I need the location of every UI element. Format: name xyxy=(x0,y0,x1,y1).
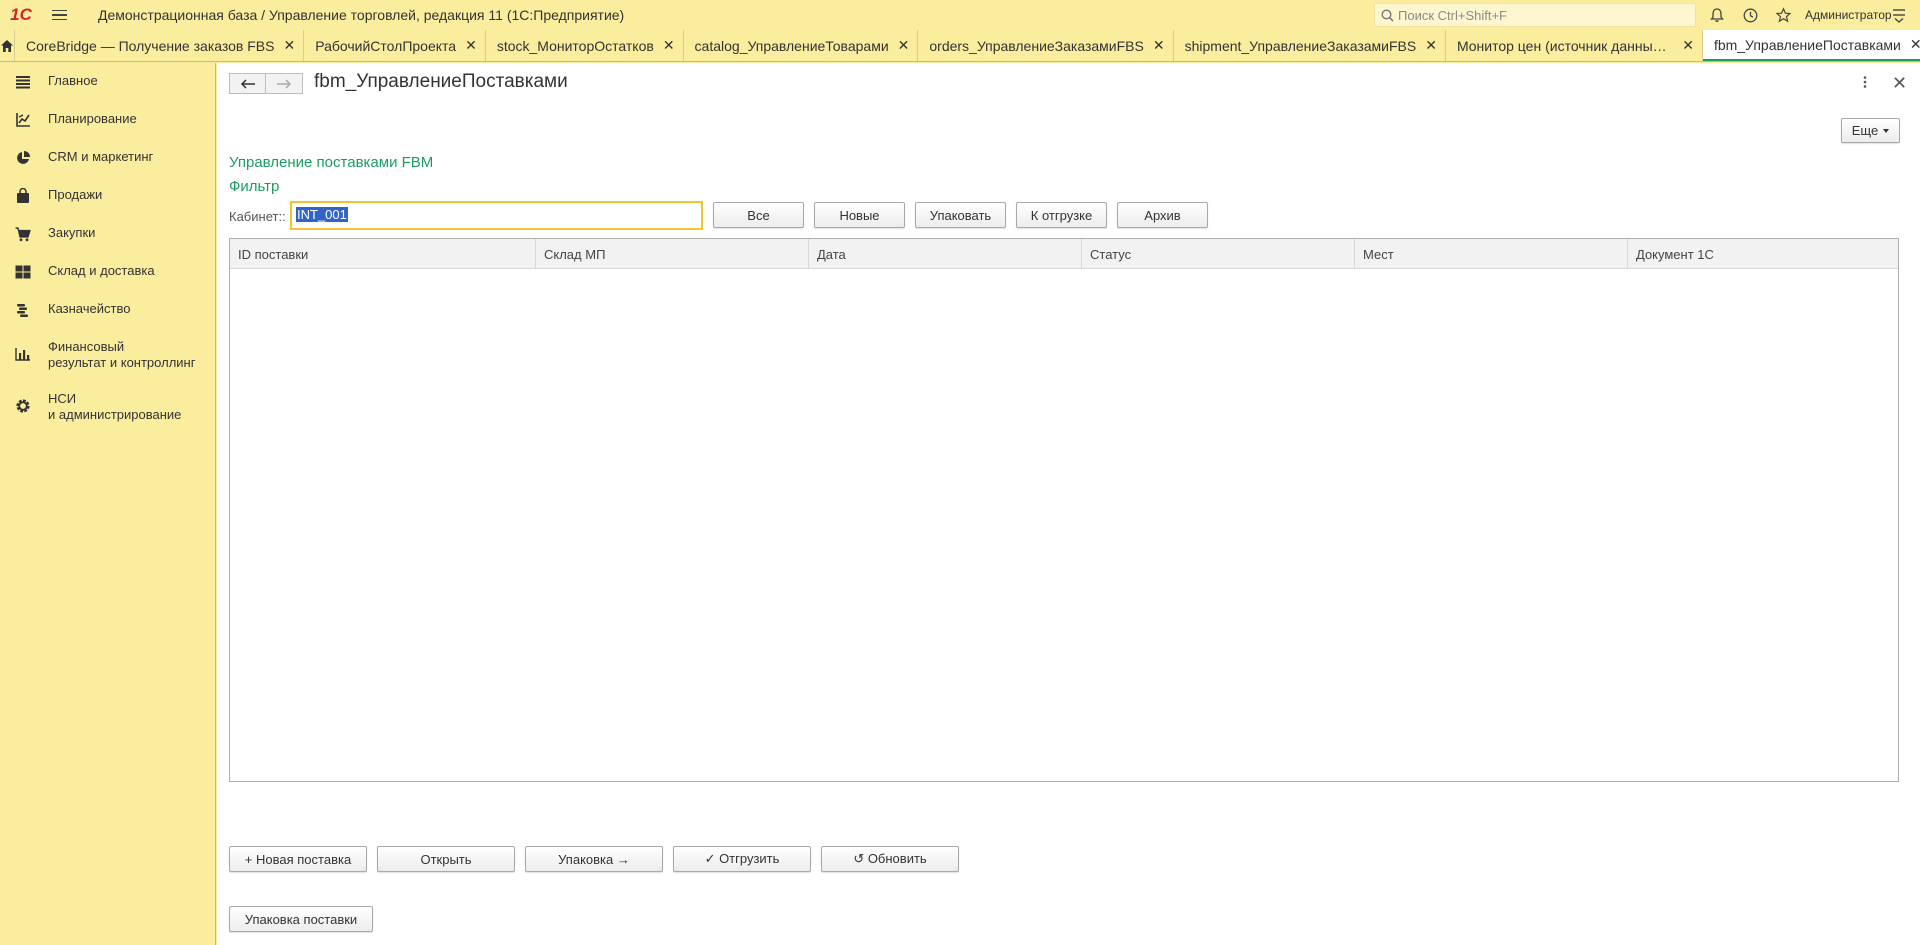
history-icon[interactable] xyxy=(1738,4,1762,26)
user-name[interactable]: Администратор xyxy=(1805,8,1892,22)
cabinet-label: Кабинет:: xyxy=(229,209,286,224)
cabinet-value: INT_001 xyxy=(296,207,348,222)
tab-price-monitor[interactable]: Монитор цен (источник данных недоступ...… xyxy=(1446,30,1703,61)
sidebar-item-purchases[interactable]: Закупки xyxy=(0,215,215,253)
sidebar-item-treasury[interactable]: Казначейство xyxy=(0,291,215,329)
column-header-document[interactable]: Документ 1С xyxy=(1628,239,1898,269)
close-icon[interactable]: ✕ xyxy=(663,37,675,54)
sidebar-item-finance[interactable]: Финансовый результат и контроллинг xyxy=(0,329,215,381)
page-title: fbm_УправлениеПоставками xyxy=(314,71,568,92)
sidebar-item-admin[interactable]: НСИ и администрирование xyxy=(0,381,215,433)
section-title: Управление поставками FBM xyxy=(229,154,434,171)
tab-orders[interactable]: orders_УправлениеЗаказамиFBS ✕ xyxy=(918,30,1174,61)
sidebar-item-warehouse[interactable]: Склад и доставка xyxy=(0,253,215,291)
more-vertical-icon[interactable] xyxy=(1862,75,1876,95)
column-header-places[interactable]: Мест xyxy=(1355,239,1628,269)
filter-archive-button[interactable]: Архив xyxy=(1117,202,1208,228)
pie-chart-icon xyxy=(14,149,32,167)
close-icon[interactable]: ✕ xyxy=(898,37,910,54)
open-button[interactable]: Открыть xyxy=(377,846,515,872)
main-menu-icon[interactable] xyxy=(52,0,74,30)
sidebar-item-sales[interactable]: Продажи xyxy=(0,177,215,215)
cabinet-input[interactable]: INT_001 xyxy=(290,201,703,230)
back-button[interactable] xyxy=(229,73,266,94)
column-header-warehouse[interactable]: Склад МП xyxy=(536,239,809,269)
more-button[interactable]: Еще xyxy=(1841,118,1900,143)
main-form: fbm_УправлениеПоставками ✕ Еще Управлени… xyxy=(217,63,1920,945)
bag-icon xyxy=(14,187,32,205)
star-icon[interactable] xyxy=(1771,4,1795,26)
bar-chart-icon xyxy=(14,345,32,363)
home-icon xyxy=(1,39,13,52)
settings-menu-icon[interactable] xyxy=(1890,6,1910,24)
tab-desktop[interactable]: РабочийСтолПроекта ✕ xyxy=(304,30,486,61)
packing-button[interactable]: Упаковка → xyxy=(525,846,663,872)
filter-to-ship-button[interactable]: К отгрузке xyxy=(1016,202,1107,228)
chevron-down-icon xyxy=(1883,128,1890,133)
refresh-button[interactable]: ↺ Обновить xyxy=(821,846,959,872)
close-icon[interactable]: ✕ xyxy=(465,37,477,54)
shipments-table[interactable]: ID поставки Склад МП Дата Статус Мест До… xyxy=(229,238,1899,782)
sidebar: Главное Планирование CRM и маркетинг Про… xyxy=(0,63,216,945)
tab-fbm[interactable]: fbm_УправлениеПоставками ✕ xyxy=(1702,30,1920,61)
sidebar-item-crm[interactable]: CRM и маркетинг xyxy=(0,139,215,177)
search-icon xyxy=(1381,8,1394,22)
close-icon[interactable]: ✕ xyxy=(1153,37,1165,54)
forward-button[interactable] xyxy=(266,73,303,94)
tab-corebridge[interactable]: CoreBridge — Получение заказов FBS ✕ xyxy=(15,30,305,61)
tabs-bar: CoreBridge — Получение заказов FBS ✕ Рабо… xyxy=(0,30,1920,62)
column-header-id[interactable]: ID поставки xyxy=(230,239,536,269)
filter-title: Фильтр xyxy=(229,178,280,195)
sidebar-item-planning[interactable]: Планирование xyxy=(0,101,215,139)
filter-all-button[interactable]: Все xyxy=(713,202,804,228)
app-logo[interactable]: 1С xyxy=(6,0,36,30)
logo-text: 1С xyxy=(10,5,32,24)
close-icon[interactable]: ✕ xyxy=(1425,37,1437,54)
ship-button[interactable]: ✓ Отгрузить xyxy=(673,846,811,872)
filter-pack-button[interactable]: Упаковать xyxy=(915,202,1006,228)
sidebar-item-main[interactable]: Главное xyxy=(0,63,215,101)
arrow-right-icon xyxy=(277,78,292,89)
tab-catalog[interactable]: catalog_УправлениеТоварами ✕ xyxy=(684,30,919,61)
arrow-left-icon xyxy=(240,78,255,89)
tab-shipment[interactable]: shipment_УправлениеЗаказамиFBS ✕ xyxy=(1174,30,1446,61)
history-nav xyxy=(229,73,303,94)
column-header-date[interactable]: Дата xyxy=(809,239,1082,269)
close-icon[interactable]: ✕ xyxy=(283,37,295,54)
close-icon[interactable]: ✕ xyxy=(1910,36,1920,53)
search-input[interactable] xyxy=(1398,7,1688,23)
pack-shipment-button[interactable]: Упаковка поставки xyxy=(229,906,373,932)
table-header: ID поставки Склад МП Дата Статус Мест До… xyxy=(230,239,1898,269)
column-header-status[interactable]: Статус xyxy=(1082,239,1355,269)
close-form-icon[interactable]: ✕ xyxy=(1892,73,1912,93)
cart-icon xyxy=(14,225,32,243)
gear-icon xyxy=(14,397,32,415)
filter-new-button[interactable]: Новые xyxy=(814,202,905,228)
new-shipment-button[interactable]: + Новая поставка xyxy=(229,846,367,872)
global-search[interactable] xyxy=(1374,3,1696,27)
coins-icon xyxy=(14,301,32,319)
app-title: Демонстрационная база / Управление торго… xyxy=(98,7,625,23)
chart-line-icon xyxy=(14,111,32,129)
close-icon[interactable]: ✕ xyxy=(1682,37,1694,54)
grid-icon xyxy=(14,263,32,281)
list-icon xyxy=(14,73,32,91)
home-tab[interactable] xyxy=(0,30,15,61)
tab-stock[interactable]: stock_МониторОстатков ✕ xyxy=(486,30,684,61)
bell-icon[interactable] xyxy=(1705,4,1729,26)
